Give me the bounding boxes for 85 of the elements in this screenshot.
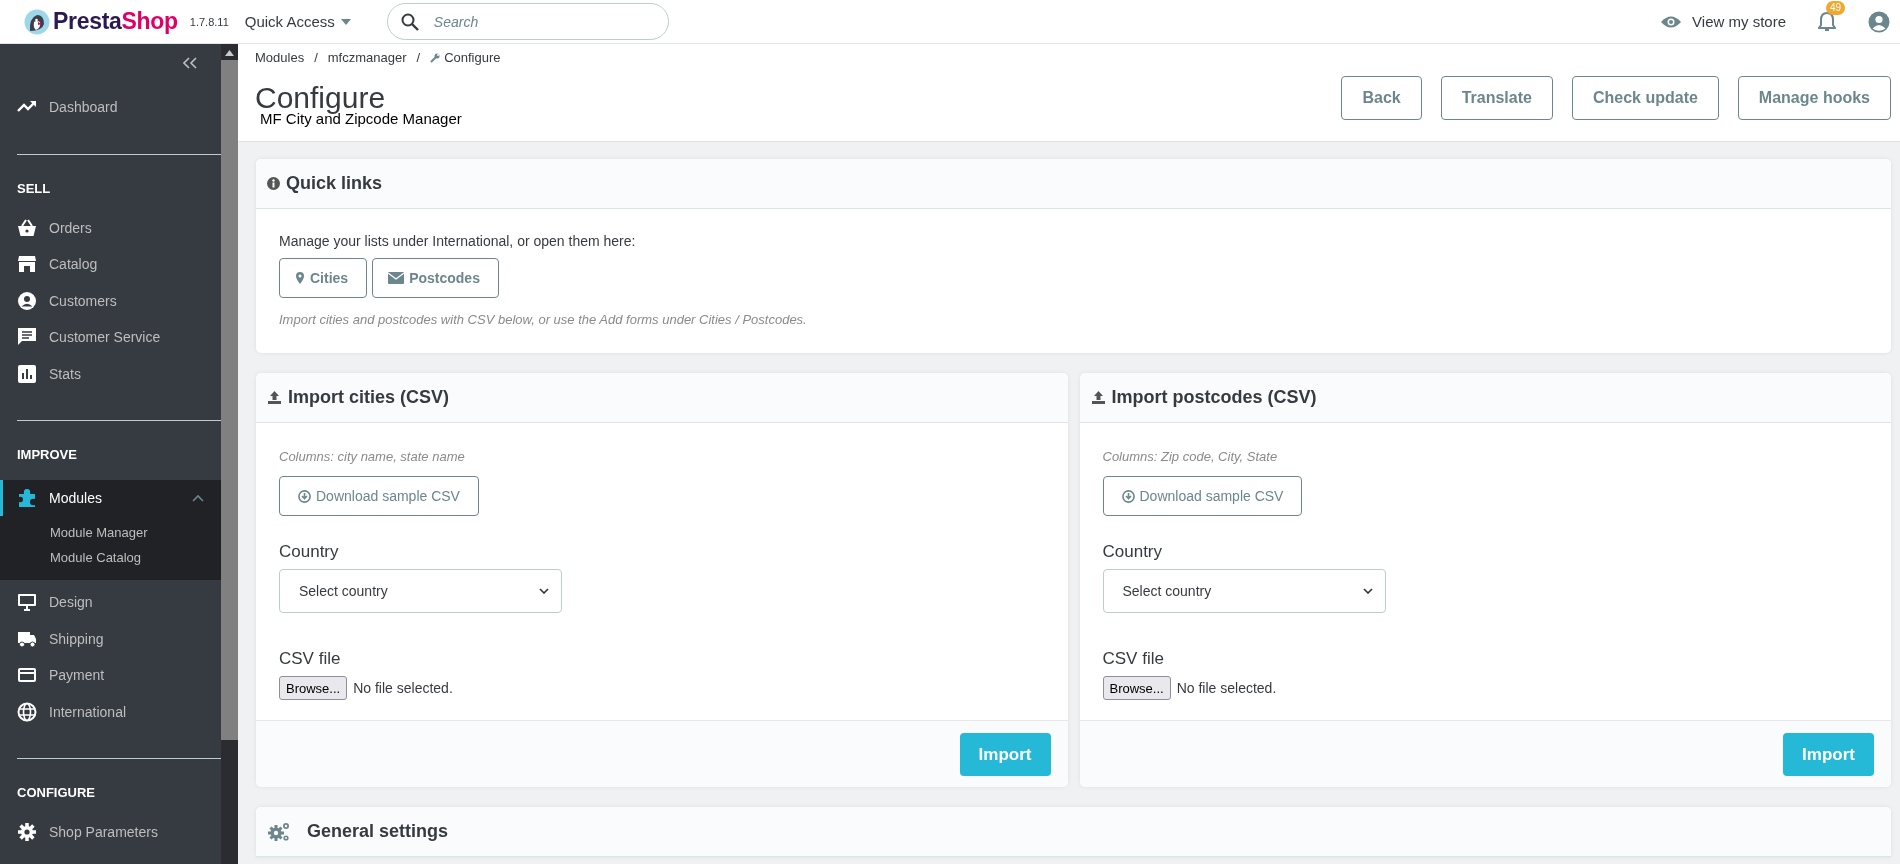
intro-text: Manage your lists under International, or open them here: bbox=[279, 233, 637, 249]
user-icon bbox=[17, 290, 37, 311]
file-status: No file selected. bbox=[1176, 680, 1277, 696]
breadcrumb-current: Configure bbox=[444, 50, 501, 65]
quick-link-button[interactable]: Postcodes bbox=[372, 258, 499, 298]
info-icon bbox=[267, 177, 280, 190]
scroll-up-icon[interactable] bbox=[225, 50, 234, 56]
sidebar-item[interactable]: Customers bbox=[0, 282, 221, 319]
help-text: Columns: city name, state name bbox=[279, 449, 466, 464]
sidebar-item[interactable]: Customer Service bbox=[0, 319, 221, 356]
sidebar-item[interactable]: Dashboard bbox=[0, 89, 221, 126]
section-heading: IMPROVE bbox=[16, 446, 78, 464]
bell-icon[interactable] bbox=[1818, 11, 1836, 32]
search-icon bbox=[400, 13, 419, 31]
toolbar-button[interactable]: Back bbox=[1341, 76, 1422, 120]
panel-header: Import cities (CSV) bbox=[256, 373, 1068, 423]
scrollbar-thumb[interactable] bbox=[221, 60, 238, 740]
notification-count: 49 bbox=[1826, 0, 1846, 15]
sidebar-item[interactable]: Orders bbox=[0, 209, 221, 246]
breadcrumb-separator: / bbox=[416, 50, 421, 65]
toolbar-button[interactable]: Check update bbox=[1571, 76, 1719, 120]
gears-icon bbox=[267, 820, 291, 843]
sidebar-item[interactable]: International bbox=[0, 693, 221, 730]
sidebar-item[interactable]: Shop Parameters bbox=[0, 814, 221, 851]
field-label: CSV file bbox=[1102, 649, 1165, 669]
field-label: Country bbox=[1102, 542, 1164, 562]
globe-icon bbox=[17, 701, 37, 722]
envelope-icon bbox=[388, 271, 405, 285]
browse-button[interactable]: Browse... bbox=[279, 676, 348, 700]
sidebar-item[interactable]: Stats bbox=[0, 355, 221, 392]
page-title: Configure bbox=[255, 81, 386, 114]
file-status: No file selected. bbox=[353, 680, 453, 696]
panel-header: General settings bbox=[256, 807, 1891, 857]
view-store-link[interactable]: View my store bbox=[1660, 13, 1786, 30]
breadcrumb-link[interactable]: mfczmanager bbox=[327, 50, 407, 65]
scrollbar[interactable] bbox=[221, 44, 238, 864]
monitor-icon bbox=[17, 592, 37, 613]
sidebar-item[interactable]: Catalog bbox=[0, 246, 221, 283]
store-icon bbox=[17, 254, 37, 275]
download-button[interactable]: Download sample CSV bbox=[279, 476, 479, 516]
browse-button[interactable]: Browse... bbox=[1102, 676, 1171, 700]
bar-chart-icon bbox=[17, 363, 37, 384]
help-text: Columns: Zip code, City, State bbox=[1102, 449, 1279, 464]
chat-icon bbox=[17, 327, 37, 348]
country-select[interactable]: Select country bbox=[279, 569, 562, 613]
logo-text: PrestaShop bbox=[53, 8, 178, 35]
wrench-icon bbox=[430, 52, 441, 63]
breadcrumb-link[interactable]: Modules bbox=[255, 50, 305, 65]
collapse-icon[interactable] bbox=[183, 57, 197, 69]
puzzle-icon bbox=[17, 488, 37, 508]
sidebar-item[interactable]: Shipping bbox=[0, 620, 221, 657]
search-field[interactable]: Search bbox=[386, 3, 669, 40]
field-label: CSV file bbox=[279, 649, 342, 669]
section-heading: CONFIGURE bbox=[16, 784, 96, 802]
panel-header: Quick links bbox=[256, 159, 1891, 209]
toolbar-button[interactable]: Manage hooks bbox=[1737, 76, 1891, 120]
panel-header: Import postcodes (CSV) bbox=[1079, 373, 1891, 423]
field-label: Country bbox=[279, 542, 340, 562]
submenu-item[interactable]: Module Catalog bbox=[50, 545, 221, 570]
chevron-icon[interactable] bbox=[192, 494, 204, 502]
sidebar-item[interactable]: Design bbox=[0, 584, 221, 621]
section-heading: SELL bbox=[16, 179, 52, 198]
submenu-item[interactable]: Module Manager bbox=[50, 520, 221, 545]
download-button[interactable]: Download sample CSV bbox=[1102, 476, 1303, 516]
quick-link-button[interactable]: Cities bbox=[279, 258, 368, 298]
download-icon bbox=[1121, 489, 1135, 503]
toolbar-button[interactable]: Translate bbox=[1440, 76, 1553, 120]
avatar-icon[interactable] bbox=[1868, 10, 1890, 33]
settings-icon bbox=[17, 822, 37, 843]
download-icon bbox=[298, 489, 311, 503]
eye-icon bbox=[1660, 14, 1683, 29]
map-pin-icon bbox=[295, 271, 305, 285]
version-label: 1.7.8.11 bbox=[189, 15, 229, 28]
basket-icon bbox=[17, 217, 37, 238]
upload-icon bbox=[267, 390, 282, 405]
chevron-down-icon bbox=[539, 588, 549, 594]
quick-access-menu[interactable]: Quick Access bbox=[242, 11, 353, 32]
country-select[interactable]: Select country bbox=[1102, 569, 1386, 613]
logo-icon bbox=[24, 8, 50, 35]
chevron-down-icon bbox=[1362, 588, 1373, 594]
help-text: Import cities and postcodes with CSV below, or use the Add forms under Cities / Postcodes. bbox=[279, 312, 808, 327]
upload-icon bbox=[1090, 390, 1106, 405]
breadcrumb-separator: / bbox=[314, 50, 318, 65]
sidebar-item[interactable]: Payment bbox=[0, 657, 221, 694]
caret-icon bbox=[340, 18, 351, 25]
